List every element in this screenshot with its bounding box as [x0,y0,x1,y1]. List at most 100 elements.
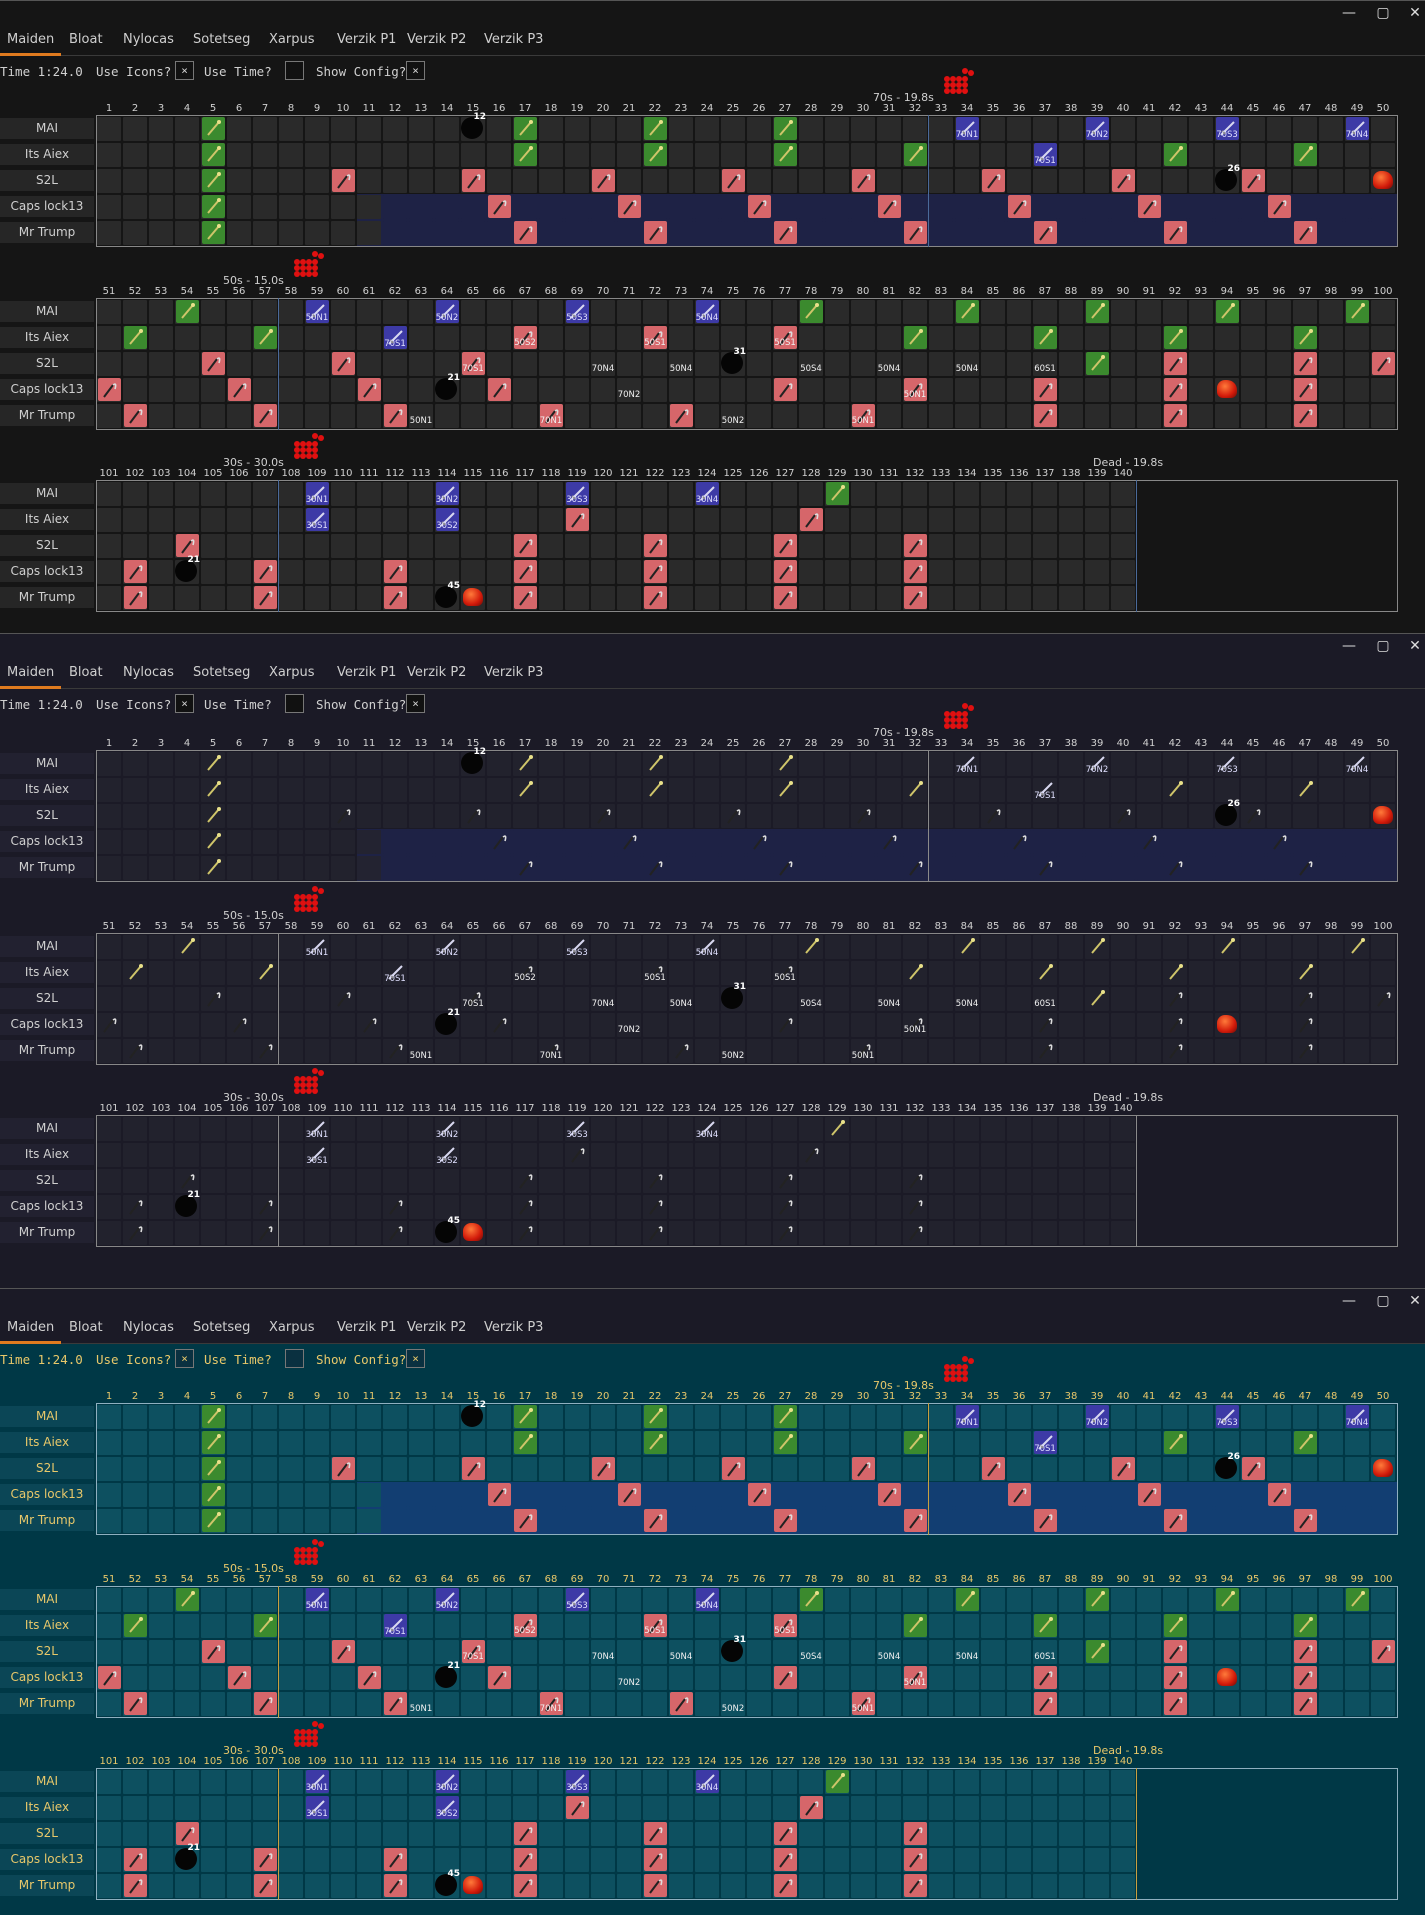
scythe-icon [1034,1666,1057,1689]
column-number: 23 [674,103,688,114]
tab-verzik-p2[interactable]: Verzik P2 [400,657,473,689]
column-number: 91 [1142,286,1156,297]
tab-sotetseg[interactable]: Sotetseg [186,657,257,689]
column-number: 69 [570,286,584,297]
staff-icon [1294,143,1317,166]
tab-verzik-p1[interactable]: Verzik P1 [330,657,403,689]
tab-verzik-p2[interactable]: Verzik P2 [400,24,473,56]
staff-icon [1086,352,1109,375]
scythe-icon [488,378,511,401]
column-number: 85 [986,1574,1000,1585]
column-number: 30 [856,103,870,114]
use-time-checkbox[interactable] [285,694,304,713]
show-config-checkbox[interactable]: × [406,61,425,80]
column-number: 93 [1194,286,1208,297]
column-number: 14 [440,1391,454,1402]
maximize-button[interactable]: ▢ [1368,1289,1398,1313]
tab-sotetseg[interactable]: Sotetseg [186,24,257,56]
staff-icon [1086,1640,1109,1663]
scythe-icon [462,804,485,827]
close-button[interactable]: ✕ [1400,1,1425,25]
column-number: 43 [1194,738,1208,749]
scythe-icon [358,378,381,401]
player-name: Its Aiex [0,779,94,800]
skull-icon: 21 [435,1008,460,1035]
use-time-checkbox[interactable] [285,61,304,80]
column-number: 50 [1376,738,1390,749]
skull-count: 21 [187,1190,200,1200]
staff-icon [124,326,147,349]
tab-maiden[interactable]: Maiden [0,657,62,689]
scythe-icon [514,1169,537,1192]
staff-icon [1294,778,1317,801]
scythe-icon [1034,1509,1057,1532]
scythe-icon [488,1483,511,1506]
scythe-icon [124,1195,147,1218]
tab-nylocas[interactable]: Nylocas [116,1312,181,1344]
skull-icon: 21 [175,1190,200,1217]
tab-nylocas[interactable]: Nylocas [116,24,181,56]
tab-verzik-p2[interactable]: Verzik P2 [400,1312,473,1344]
close-button[interactable]: ✕ [1400,1289,1425,1313]
skull-count: 21 [187,1843,200,1853]
spawn-label: 70S1 [1034,156,1056,166]
column-number: 123 [671,1103,691,1114]
spawn-label: 70S1 [462,999,484,1009]
tab-xarpus[interactable]: Xarpus [262,657,321,689]
close-button[interactable]: ✕ [1400,634,1425,658]
tab-verzik-p1[interactable]: Verzik P1 [330,24,403,56]
column-number: 129 [827,468,847,479]
staff-icon [1294,1614,1317,1637]
column-number: 95 [1246,1574,1260,1585]
column-number: 53 [154,1574,168,1585]
use-icons-checkbox[interactable]: × [175,1349,194,1368]
use-icons-checkbox[interactable]: × [175,61,194,80]
use-time-checkbox[interactable] [285,1349,304,1368]
show-config-checkbox[interactable]: × [406,1349,425,1368]
column-number: 112 [385,1103,405,1114]
tab-maiden[interactable]: Maiden [0,1312,62,1344]
tab-verzik-p3[interactable]: Verzik P3 [477,657,550,689]
staff-icon [176,300,199,323]
column-number: 40 [1116,103,1130,114]
column-number: 128 [801,468,821,479]
column-number: 102 [125,1756,145,1767]
tab-bloat[interactable]: Bloat [62,657,110,689]
tab-nylocas[interactable]: Nylocas [116,657,181,689]
maximize-button[interactable]: ▢ [1368,1,1398,25]
staff-icon [202,778,225,801]
scythe-icon [644,1509,667,1532]
column-number: 36 [1012,1391,1026,1402]
phase-line [928,115,929,247]
scythe-icon [228,1666,251,1689]
spawn-label: 60S1 [1034,364,1056,374]
minimize-button[interactable]: — [1334,1,1364,25]
player-name: Caps lock13 [0,831,94,852]
column-number: 22 [648,738,662,749]
spawn-label: 30S2 [436,1156,458,1166]
tab-sotetseg[interactable]: Sotetseg [186,1312,257,1344]
tab-verzik-p1[interactable]: Verzik P1 [330,1312,403,1344]
scythe-icon [774,534,797,557]
dead-line [1136,1768,1137,1900]
use-icons-checkbox[interactable]: × [175,694,194,713]
tab-xarpus[interactable]: Xarpus [262,1312,321,1344]
scythe-icon [254,586,277,609]
column-number: 68 [544,286,558,297]
maximize-button[interactable]: ▢ [1368,634,1398,658]
column-number: 27 [778,738,792,749]
tab-bloat[interactable]: Bloat [62,24,110,56]
column-number: 39 [1090,1391,1104,1402]
tab-verzik-p3[interactable]: Verzik P3 [477,1312,550,1344]
column-number: 44 [1220,103,1234,114]
minimize-button[interactable]: — [1334,634,1364,658]
tab-maiden[interactable]: Maiden [0,24,62,56]
show-config-label: Show Config? [316,64,407,79]
minimize-button[interactable]: — [1334,1289,1364,1313]
column-number: 140 [1113,468,1133,479]
tab-bloat[interactable]: Bloat [62,1312,110,1344]
show-config-checkbox[interactable]: × [406,694,425,713]
tab-xarpus[interactable]: Xarpus [262,24,321,56]
scythe-icon [852,169,875,192]
tab-verzik-p3[interactable]: Verzik P3 [477,24,550,56]
